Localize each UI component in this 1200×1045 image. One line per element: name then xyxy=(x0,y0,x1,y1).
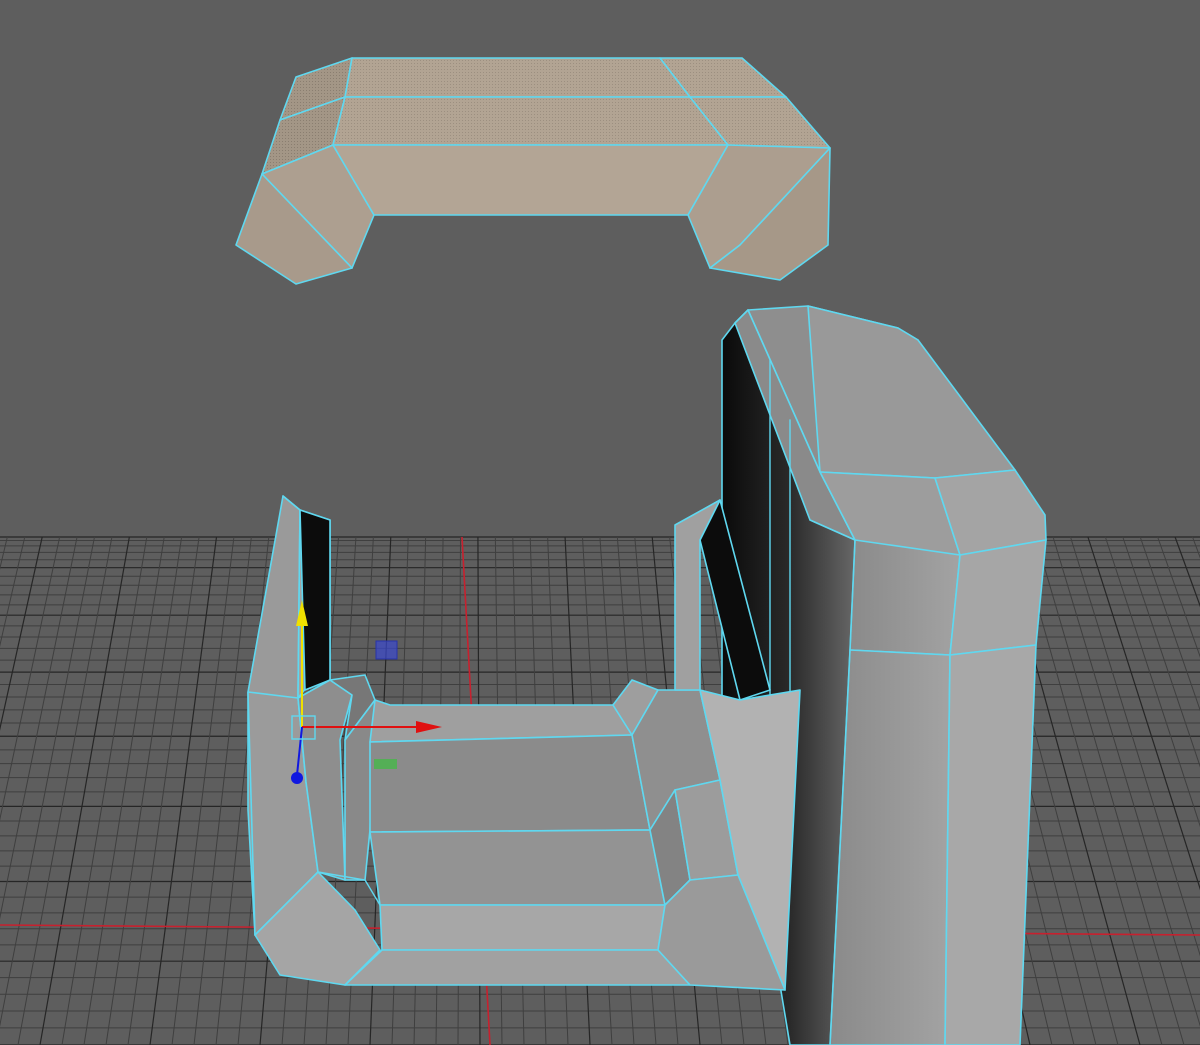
z-axis-ball-icon[interactable] xyxy=(291,772,303,784)
xz-plane-handle[interactable] xyxy=(374,759,397,769)
xy-plane-handle[interactable] xyxy=(375,640,398,660)
3d-viewport[interactable] xyxy=(0,0,1200,1045)
